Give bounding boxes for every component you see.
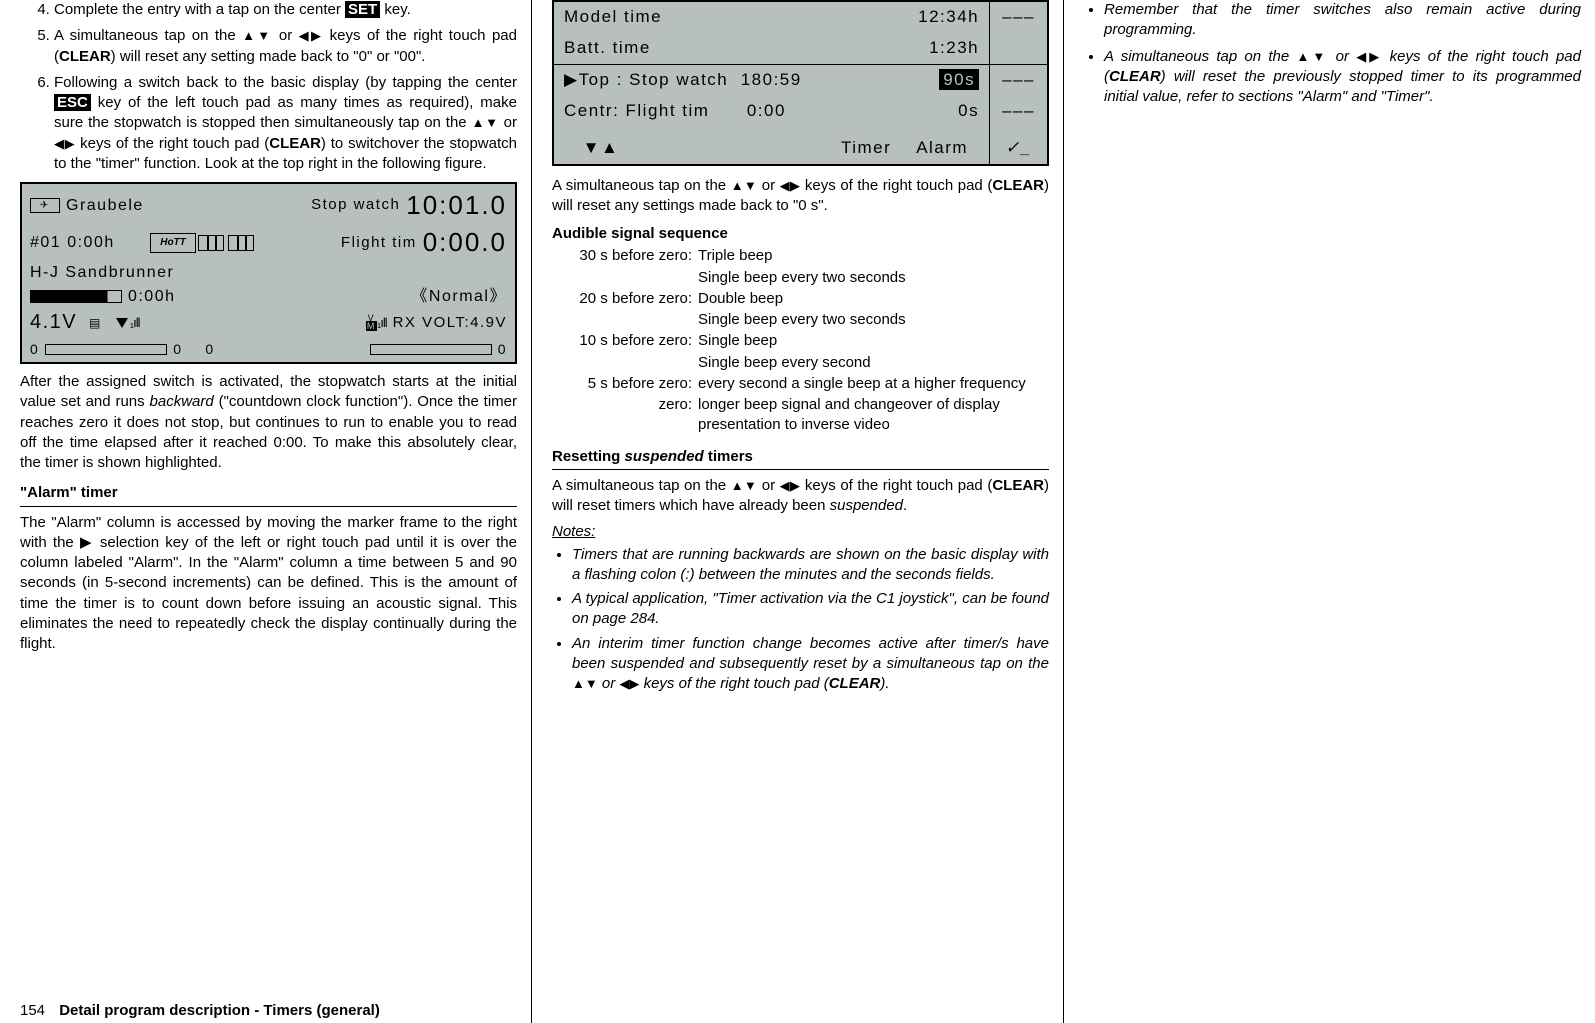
left-right-icon: ◀▶	[299, 28, 324, 43]
right-notes-list: Remember that the timer switches also re…	[1084, 0, 1581, 107]
up-down-icon: ▲▼	[731, 478, 758, 493]
up-down-icon: ▲▼	[572, 676, 598, 691]
heading-reset-suspended: Resetting suspended timers	[552, 447, 1049, 470]
antenna-icon	[116, 318, 128, 328]
step-5: A simultaneous tap on the ▲▼ or ◀▶ keys …	[54, 26, 517, 67]
flight-label: Flight tim	[341, 233, 417, 253]
flight-value: 0:00.0	[423, 225, 507, 260]
note-1: Timers that are running backwards are sh…	[572, 545, 1049, 586]
notes-list: Timers that are running backwards are sh…	[552, 545, 1049, 695]
tx-voltage: 4.1V	[30, 309, 77, 336]
right-note-1: Remember that the timer switches also re…	[1104, 0, 1581, 41]
page-title: Detail program description - Timers (gen…	[59, 1002, 380, 1019]
note-2: A typical application, "Timer activation…	[572, 589, 1049, 630]
rx-voltage: RX VOLT:4.9V	[393, 313, 507, 333]
sd-icon: ▤	[89, 315, 102, 331]
left-right-icon: ◀▶	[780, 178, 801, 193]
rx-signal-icon: ₁ıll	[377, 314, 387, 332]
note-3: An interim timer function change becomes…	[572, 634, 1049, 695]
left-right-icon: ◀▶	[1356, 49, 1382, 64]
cell-model-time-label: Model time	[554, 2, 831, 33]
left-right-icon: ◀▶	[54, 136, 75, 151]
up-down-icon: ▲▼	[472, 115, 499, 130]
cell-batt-time-label: Batt. time	[554, 33, 831, 64]
column-2: Model time 12:34h ––– Batt. time 1:23h ▶…	[531, 0, 1063, 1023]
model-type-icon: ✈	[30, 198, 60, 213]
cell-top-label: ▶Top : Stop watch 180:59	[554, 64, 831, 95]
trim-meter-icon	[370, 344, 492, 355]
notes-heading: Notes:	[552, 522, 1049, 542]
cell-switch: –––	[990, 96, 1047, 127]
trim-meter-icon	[45, 344, 167, 355]
cell-switch: –––	[990, 64, 1047, 95]
cell-centr-label: Centr: Flight tim 0:00	[554, 96, 831, 127]
audible-table: 30 s before zero:Triple beep Single beep…	[552, 246, 1049, 436]
para-reset-0s: A simultaneous tap on the ▲▼ or ◀▶ keys …	[552, 176, 1049, 217]
lcd-timer-menu: Model time 12:34h ––– Batt. time 1:23h ▶…	[552, 0, 1049, 166]
switch-symbol-icon: ✓_	[990, 127, 1047, 164]
right-note-2: A simultaneous tap on the ▲▼ or ◀▶ keys …	[1104, 47, 1581, 108]
column-1: Complete the entry with a tap on the cen…	[0, 0, 531, 1023]
up-down-icon: ▲▼	[1296, 49, 1328, 64]
battery-icon	[30, 290, 122, 303]
tx-signal-icon: ₁ıll	[130, 314, 140, 332]
para-countdown: After the assigned switch is activated, …	[20, 372, 517, 473]
owner-name: H-J Sandbrunner	[30, 262, 174, 284]
trim-bars-icon	[198, 235, 224, 251]
cell-batt-time-val: 1:23h	[831, 33, 990, 64]
footer-arrows: ▼▲	[554, 127, 831, 164]
set-key-icon: SET	[345, 1, 380, 18]
cell-switch: –––	[990, 2, 1047, 33]
vm-icon: VM	[366, 314, 377, 331]
para-alarm: The "Alarm" column is accessed by moving…	[20, 513, 517, 655]
model-id: #01	[30, 232, 61, 254]
hours-1: 0:00h	[67, 232, 115, 254]
cell-model-time-val: 12:34h	[831, 2, 990, 33]
trim-bars-icon	[228, 235, 254, 251]
logo-icon: HoTT	[150, 233, 196, 253]
column-3: Remember that the timer switches also re…	[1063, 0, 1595, 1023]
esc-key-icon: ESC	[54, 94, 91, 111]
step-4: Complete the entry with a tap on the cen…	[54, 0, 517, 20]
model-name: Graubele	[66, 195, 144, 217]
lcd-basic-display: ✈ Graubele Stop watch 10:01.0 #01 0:00h …	[20, 182, 517, 364]
footer-col-labels: Timer Alarm	[831, 127, 990, 164]
left-right-icon: ◀▶	[780, 478, 801, 493]
steps-list: Complete the entry with a tap on the cen…	[20, 0, 517, 174]
page-number: 154	[20, 1002, 45, 1019]
hours-2: 0:00h	[128, 286, 176, 308]
stopwatch-label: Stop watch	[311, 195, 400, 215]
left-right-icon: ◀▶	[619, 676, 639, 691]
heading-alarm-timer: "Alarm" timer	[20, 483, 517, 506]
stopwatch-value: 10:01.0	[406, 188, 507, 223]
heading-audible: Audible signal sequence	[552, 224, 1049, 244]
para-reset-suspended: A simultaneous tap on the ▲▼ or ◀▶ keys …	[552, 476, 1049, 517]
step-6: Following a switch back to the basic dis…	[54, 73, 517, 174]
phase-label: 《Normal》	[411, 286, 507, 308]
up-down-icon: ▲▼	[731, 178, 758, 193]
cell-top-alarm: 90s	[831, 64, 990, 95]
cell-centr-alarm: 0s	[831, 96, 990, 127]
page-footer: 154 Detail program description - Timers …	[20, 1001, 380, 1021]
up-down-icon: ▲▼	[242, 28, 272, 43]
